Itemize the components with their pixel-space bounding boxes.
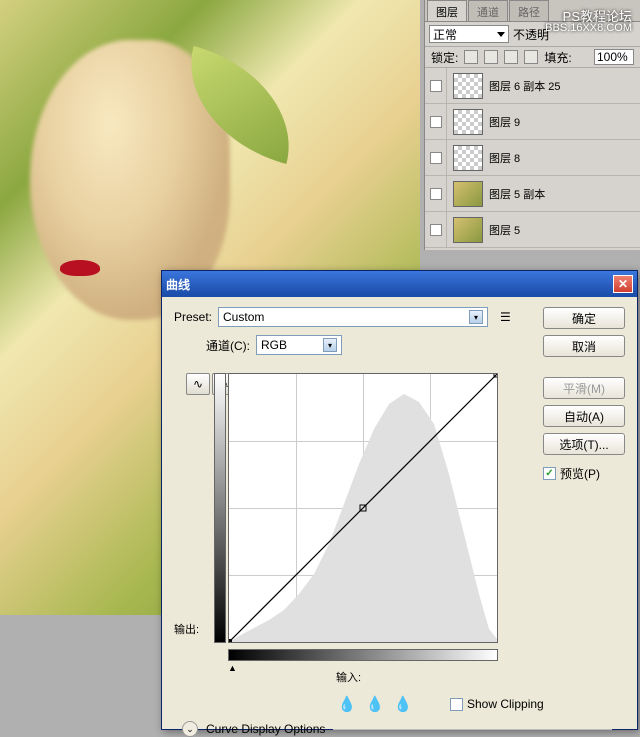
dialog-button-column: 确定 取消 平滑(M) 自动(A) 选项(T)... ✓ 预览(P) xyxy=(543,307,625,482)
eyedropper-gray[interactable]: 💧 xyxy=(366,695,384,713)
slider-marker[interactable]: ▲ xyxy=(228,663,237,673)
output-gradient xyxy=(214,373,226,643)
layer-thumbnail[interactable] xyxy=(453,217,483,243)
preset-menu-icon[interactable]: ☰ xyxy=(500,310,514,324)
visibility-toggle[interactable] xyxy=(430,188,442,200)
close-icon: ✕ xyxy=(618,277,628,291)
expand-options-button[interactable]: ⌄ xyxy=(182,721,198,737)
lock-transparency-icon[interactable] xyxy=(464,50,478,64)
layer-name: 图层 6 副本 25 xyxy=(489,78,561,94)
layer-row[interactable]: 图层 9 xyxy=(425,104,640,140)
layer-thumbnail[interactable] xyxy=(453,145,483,171)
fill-value: 100% xyxy=(597,50,628,64)
layer-list: 图层 6 副本 25 图层 9 图层 8 图层 5 副本 图层 5 xyxy=(425,68,640,248)
dialog-body: Preset: Custom ▾ ☰ 通道(C): RGB ▾ 确定 取消 平滑… xyxy=(162,297,637,729)
tab-layers[interactable]: 图层 xyxy=(427,0,467,21)
preset-label: Preset: xyxy=(174,310,212,324)
layer-name: 图层 5 xyxy=(489,222,520,238)
layers-panel: 图层 通道 路径 正常 不透明 锁定: 填充: 100% 图层 6 副本 25 … xyxy=(424,0,640,250)
eyedropper-white[interactable]: 💧 xyxy=(394,695,412,713)
layer-row[interactable]: 图层 8 xyxy=(425,140,640,176)
layer-name: 图层 8 xyxy=(489,150,520,166)
preview-checkbox[interactable]: ✓ xyxy=(543,467,556,480)
chevron-down-icon: ▾ xyxy=(469,310,483,324)
preview-label: 预览(P) xyxy=(560,465,600,482)
visibility-toggle[interactable] xyxy=(430,80,442,92)
leaf-decoration xyxy=(170,46,309,164)
dialog-titlebar[interactable]: 曲线 ✕ xyxy=(162,271,637,297)
close-button[interactable]: ✕ xyxy=(613,275,633,293)
layer-name: 图层 9 xyxy=(489,114,520,130)
layer-thumbnail[interactable] xyxy=(453,109,483,135)
curves-dialog: 曲线 ✕ Preset: Custom ▾ ☰ 通道(C): RGB ▾ 确定 … xyxy=(161,270,638,730)
show-clipping-label: Show Clipping xyxy=(467,697,544,711)
ok-button[interactable]: 确定 xyxy=(543,307,625,329)
channel-value: RGB xyxy=(261,338,287,352)
curve-point-shadow xyxy=(229,639,232,642)
channel-label: 通道(C): xyxy=(206,337,250,354)
fill-label: 填充: xyxy=(544,49,571,66)
blend-mode-value: 正常 xyxy=(433,26,457,43)
visibility-toggle[interactable] xyxy=(430,224,442,236)
opacity-label: 不透明 xyxy=(513,26,549,43)
layer-thumbnail[interactable] xyxy=(453,73,483,99)
lock-all-icon[interactable] xyxy=(524,50,538,64)
layer-name: 图层 5 副本 xyxy=(489,186,545,202)
watermark-line2: BBS.16XX8.COM xyxy=(545,22,632,34)
lock-label: 锁定: xyxy=(431,49,458,66)
layer-row[interactable]: 图层 6 副本 25 xyxy=(425,68,640,104)
channel-select[interactable]: RGB ▾ xyxy=(256,335,342,355)
tab-channels[interactable]: 通道 xyxy=(468,0,508,21)
auto-button[interactable]: 自动(A) xyxy=(543,405,625,427)
visibility-toggle[interactable] xyxy=(430,152,442,164)
lock-pixels-icon[interactable] xyxy=(484,50,498,64)
histogram-svg xyxy=(229,374,497,642)
visibility-toggle[interactable] xyxy=(430,116,442,128)
divider xyxy=(333,729,612,730)
cancel-button[interactable]: 取消 xyxy=(543,335,625,357)
tab-paths[interactable]: 路径 xyxy=(509,0,549,21)
lock-position-icon[interactable] xyxy=(504,50,518,64)
curve-graph[interactable] xyxy=(228,373,498,643)
input-label: 输入: xyxy=(336,669,361,685)
curve-area: ∿ ✎ ▲ 输出: 输入 xyxy=(186,373,516,683)
preset-value: Custom xyxy=(223,310,264,324)
dialog-title: 曲线 xyxy=(166,276,190,293)
fill-value-input[interactable]: 100% xyxy=(594,49,634,65)
options-button[interactable]: 选项(T)... xyxy=(543,433,625,455)
curve-icon: ∿ xyxy=(193,377,203,391)
curve-point-tool[interactable]: ∿ xyxy=(186,373,210,395)
layer-row[interactable]: 图层 5 xyxy=(425,212,640,248)
chevron-down-icon xyxy=(497,32,505,37)
lock-row: 锁定: 填充: 100% xyxy=(425,46,640,68)
layer-row[interactable]: 图层 5 副本 xyxy=(425,176,640,212)
display-options-label: Curve Display Options xyxy=(206,722,325,736)
blend-mode-select[interactable]: 正常 xyxy=(429,25,509,43)
eyedropper-black[interactable]: 💧 xyxy=(338,695,356,713)
chevron-down-icon: ▾ xyxy=(323,338,337,352)
output-label: 输出: xyxy=(174,621,199,637)
show-clipping-checkbox[interactable] xyxy=(450,698,463,711)
smooth-button: 平滑(M) xyxy=(543,377,625,399)
layer-thumbnail[interactable] xyxy=(453,181,483,207)
input-gradient xyxy=(228,649,498,661)
preset-select[interactable]: Custom ▾ xyxy=(218,307,488,327)
